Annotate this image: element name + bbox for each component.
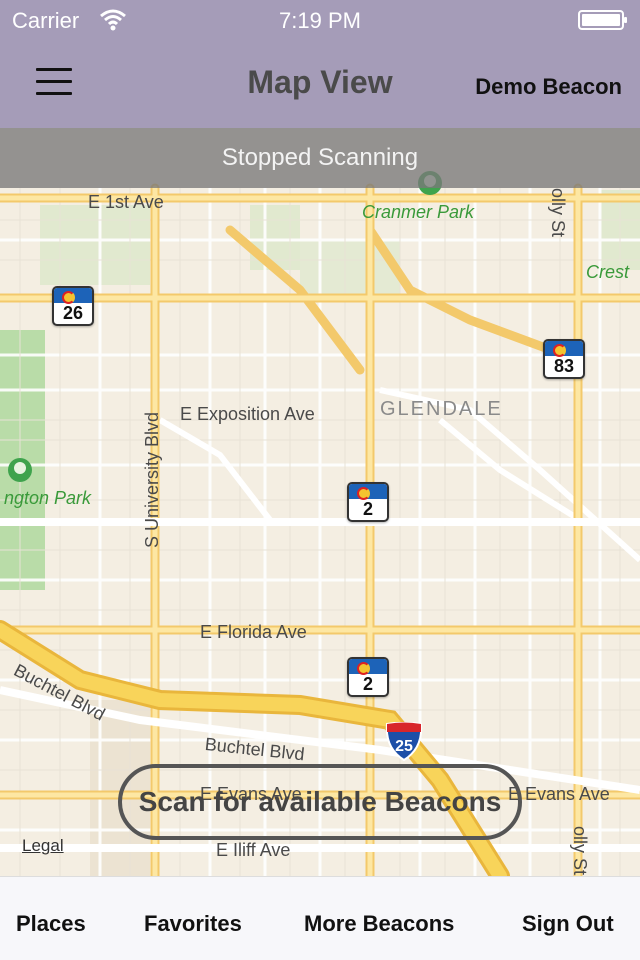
street-label-holly-st-top: olly St — [548, 188, 568, 238]
route-2-shield-icon: 2 — [347, 482, 389, 522]
street-label-s-university-blvd: S University Blvd — [142, 411, 162, 548]
tab-sign-out[interactable]: Sign Out — [522, 911, 614, 937]
street-label-e-evans-ave-right: E Evans Ave — [508, 784, 610, 804]
interstate-25-shield-icon: 25 — [385, 722, 423, 762]
route-26-shield-icon: 26 — [52, 286, 94, 326]
route-83-shield-icon: 83 — [543, 339, 585, 379]
tab-bar: Places Favorites More Beacons Sign Out — [0, 876, 640, 960]
legal-link[interactable]: Legal — [22, 836, 64, 856]
street-label-e-1st-ave: E 1st Ave — [88, 192, 164, 212]
tab-favorites[interactable]: Favorites — [144, 911, 242, 937]
park-label-washington: ngton Park — [4, 488, 92, 508]
status-time: 7:19 PM — [279, 8, 361, 33]
park-label-cranmer: Cranmer Park — [362, 202, 475, 222]
svg-text:25: 25 — [395, 738, 413, 755]
street-label-e-iliff-ave: E Iliff Ave — [216, 840, 291, 860]
street-label-e-florida-ave: E Florida Ave — [200, 622, 307, 642]
scan-status-banner: Stopped Scanning — [0, 128, 640, 188]
area-label-glendale: GLENDALE — [380, 398, 503, 420]
tab-places[interactable]: Places — [16, 911, 86, 937]
top-bar: Carrier 7:19 PM Map View Demo Beacon — [0, 0, 640, 128]
route-2-shield-icon-lower: 2 — [347, 657, 389, 697]
street-label-e-exposition-ave: E Exposition Ave — [180, 404, 315, 424]
scan-beacons-button[interactable]: Scan for available Beacons — [118, 764, 522, 840]
battery-icon — [578, 10, 627, 30]
park-label-crest: Crest — [586, 262, 630, 282]
navigation-bar: Map View Demo Beacon — [0, 40, 640, 128]
street-label-holly-st-bottom: olly St — [570, 826, 590, 876]
tab-more-beacons[interactable]: More Beacons — [304, 911, 454, 937]
demo-beacon-button[interactable]: Demo Beacon — [475, 74, 622, 100]
status-bar: Carrier 7:19 PM — [0, 0, 640, 40]
